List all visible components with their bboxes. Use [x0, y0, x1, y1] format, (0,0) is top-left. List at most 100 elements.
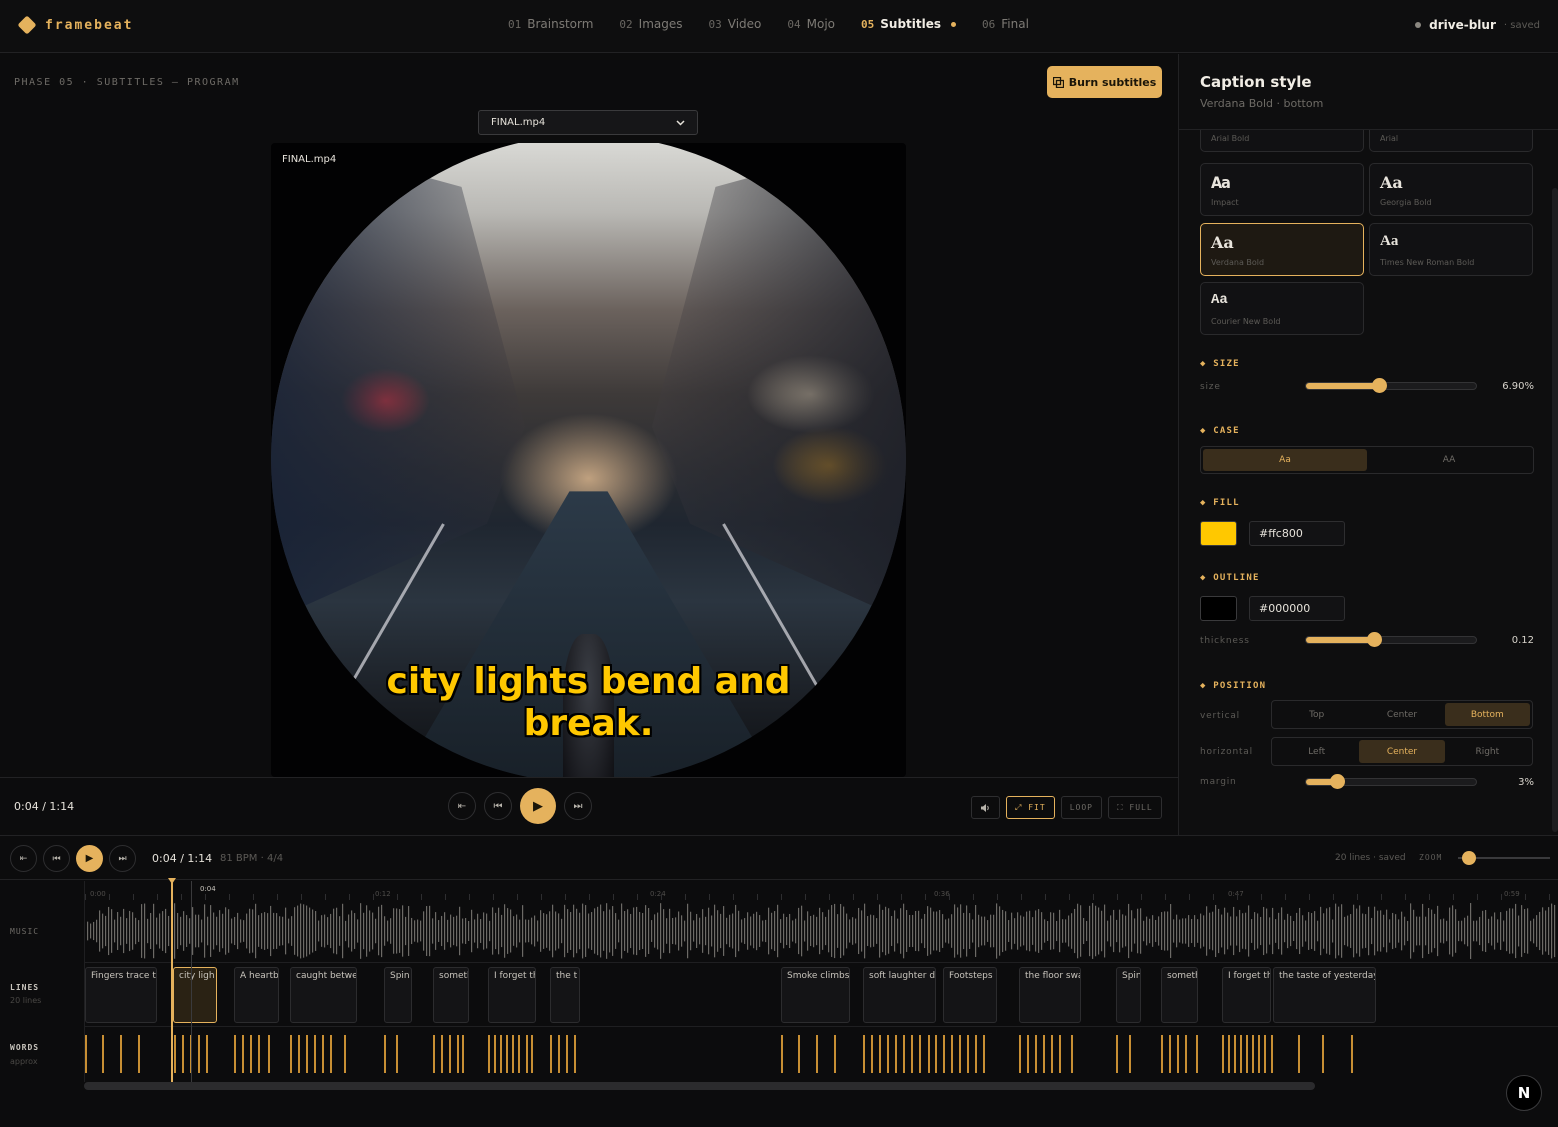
word-marker[interactable]: [206, 1035, 208, 1073]
word-marker[interactable]: [943, 1035, 945, 1073]
go-to-start-button[interactable]: ⇤: [448, 792, 476, 820]
timeline-scrollbar[interactable]: [84, 1082, 1315, 1090]
burn-subtitles-button[interactable]: Burn subtitles: [1047, 66, 1162, 98]
fit-button[interactable]: ⤢ FIT: [1006, 796, 1055, 819]
horizontal-option-left[interactable]: Left: [1274, 740, 1359, 763]
lyric-line-block[interactable]: the t: [550, 967, 580, 1023]
margin-slider[interactable]: [1305, 774, 1477, 789]
word-marker[interactable]: [242, 1035, 244, 1073]
zoom-slider-knob[interactable]: [1462, 851, 1476, 865]
word-marker[interactable]: [1051, 1035, 1053, 1073]
margin-slider-knob[interactable]: [1329, 774, 1345, 789]
word-marker[interactable]: [1169, 1035, 1171, 1073]
word-marker[interactable]: [1196, 1035, 1198, 1073]
word-marker[interactable]: [344, 1035, 346, 1073]
font-option-georgia-bold[interactable]: Aa Georgia Bold: [1369, 163, 1533, 216]
phase-tab-final[interactable]: 06 Final: [982, 17, 1029, 31]
word-marker[interactable]: [919, 1035, 921, 1073]
word-marker[interactable]: [871, 1035, 873, 1073]
video-preview[interactable]: FINAL.mp4 city lights bend and break.: [271, 143, 906, 777]
word-marker[interactable]: [314, 1035, 316, 1073]
vertical-option-center[interactable]: Center: [1359, 703, 1444, 726]
font-option-courier-new-bold[interactable]: Aa Courier New Bold: [1200, 282, 1364, 335]
lyric-line-block[interactable]: the floor swa: [1019, 967, 1081, 1023]
phase-tab-subtitles[interactable]: 05 Subtitles: [861, 17, 957, 31]
word-marker[interactable]: [512, 1035, 514, 1073]
phase-tab-mojo[interactable]: 04 Mojo: [787, 17, 835, 31]
word-marker[interactable]: [531, 1035, 533, 1073]
lyric-line-block[interactable]: I forget th: [1222, 967, 1271, 1023]
word-marker[interactable]: [1043, 1035, 1045, 1073]
word-marker[interactable]: [1071, 1035, 1073, 1073]
source-select[interactable]: FINAL.mp4: [478, 110, 698, 135]
word-marker[interactable]: [85, 1035, 87, 1073]
word-marker[interactable]: [102, 1035, 104, 1073]
word-marker[interactable]: [462, 1035, 464, 1073]
word-marker[interactable]: [258, 1035, 260, 1073]
timeline-play-button[interactable]: ▶: [76, 845, 103, 872]
word-marker[interactable]: [1228, 1035, 1230, 1073]
word-marker[interactable]: [1252, 1035, 1254, 1073]
next-button[interactable]: ⏭: [564, 792, 592, 820]
word-marker[interactable]: [441, 1035, 443, 1073]
word-marker[interactable]: [1351, 1035, 1353, 1073]
lyric-line-block[interactable]: I forget th: [488, 967, 536, 1023]
word-marker[interactable]: [834, 1035, 836, 1073]
timeline-previous-button[interactable]: ⏮: [43, 845, 70, 872]
phase-tab-video[interactable]: 03 Video: [709, 17, 762, 31]
word-marker[interactable]: [182, 1035, 184, 1073]
word-marker[interactable]: [500, 1035, 502, 1073]
word-marker[interactable]: [566, 1035, 568, 1073]
lyric-line-block[interactable]: someth: [1161, 967, 1198, 1023]
lyric-line-block[interactable]: city ligh: [173, 967, 217, 1023]
word-marker[interactable]: [1222, 1035, 1224, 1073]
thickness-slider-knob[interactable]: [1367, 632, 1382, 647]
lines-track[interactable]: Fingers trace t city ligh A heartb caught b…: [84, 962, 1558, 1026]
word-marker[interactable]: [951, 1035, 953, 1073]
word-marker[interactable]: [879, 1035, 881, 1073]
word-marker[interactable]: [967, 1035, 969, 1073]
word-marker[interactable]: [384, 1035, 386, 1073]
word-marker[interactable]: [1059, 1035, 1061, 1073]
lyric-line-block[interactable]: Fingers trace t: [85, 967, 157, 1023]
timeline-go-to-start-button[interactable]: ⇤: [10, 845, 37, 872]
fill-color-swatch[interactable]: [1200, 521, 1237, 546]
n-badge-icon[interactable]: N: [1506, 1075, 1542, 1111]
case-option-upper[interactable]: AA: [1367, 449, 1531, 471]
horizontal-option-right[interactable]: Right: [1445, 740, 1530, 763]
outline-hex-input[interactable]: #000000: [1249, 596, 1345, 621]
word-marker[interactable]: [1240, 1035, 1242, 1073]
word-marker[interactable]: [1129, 1035, 1131, 1073]
word-marker[interactable]: [928, 1035, 930, 1073]
word-marker[interactable]: [574, 1035, 576, 1073]
lyric-line-block[interactable]: A heartb: [234, 967, 279, 1023]
word-marker[interactable]: [120, 1035, 122, 1073]
word-marker[interactable]: [457, 1035, 459, 1073]
word-marker[interactable]: [518, 1035, 520, 1073]
word-marker[interactable]: [798, 1035, 800, 1073]
fullscreen-button[interactable]: ⛶ FULL: [1107, 796, 1162, 819]
word-marker[interactable]: [1161, 1035, 1163, 1073]
brand[interactable]: framebeat: [17, 15, 133, 35]
lyric-line-block[interactable]: caught betwe: [290, 967, 357, 1023]
lyric-line-block[interactable]: Spin: [384, 967, 412, 1023]
lyric-line-block[interactable]: someth: [433, 967, 469, 1023]
word-marker[interactable]: [1019, 1035, 1021, 1073]
timeline-next-button[interactable]: ⏭: [109, 845, 136, 872]
lyric-line-block[interactable]: the taste of yesterday: [1273, 967, 1376, 1023]
word-marker[interactable]: [975, 1035, 977, 1073]
word-marker[interactable]: [903, 1035, 905, 1073]
size-slider[interactable]: [1305, 378, 1477, 393]
lyric-line-block[interactable]: Footsteps: [943, 967, 997, 1023]
playhead[interactable]: [171, 881, 173, 1083]
word-marker[interactable]: [1258, 1035, 1260, 1073]
word-marker[interactable]: [1264, 1035, 1266, 1073]
music-track[interactable]: [84, 900, 1558, 962]
time-ruler[interactable]: 0:00 0:04 0:12 0:24 0:36 0:47 0:59: [84, 881, 1558, 901]
word-marker[interactable]: [290, 1035, 292, 1073]
word-marker[interactable]: [1027, 1035, 1029, 1073]
outline-color-swatch[interactable]: [1200, 596, 1237, 621]
word-marker[interactable]: [1185, 1035, 1187, 1073]
case-option-mixed[interactable]: Aa: [1203, 449, 1367, 471]
zoom-slider[interactable]: [1458, 851, 1550, 865]
